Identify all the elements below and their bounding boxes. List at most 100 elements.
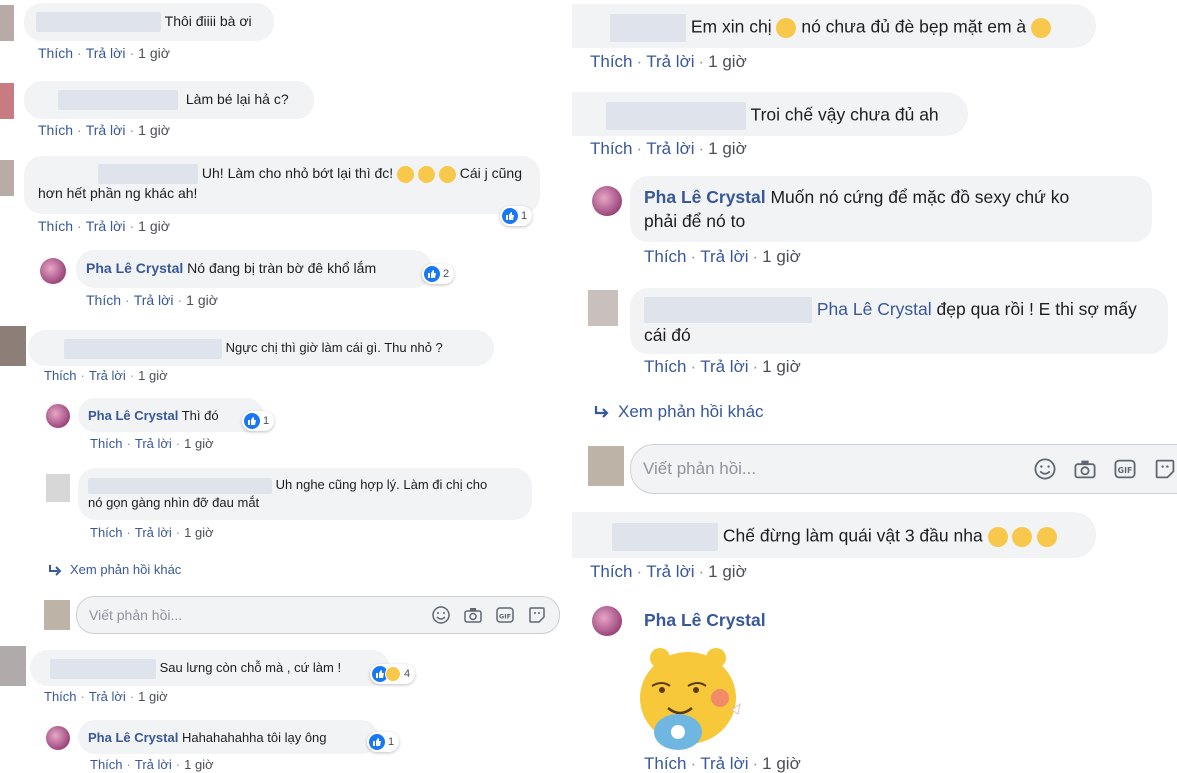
timestamp[interactable]: 1 giờ — [138, 689, 168, 704]
timestamp[interactable]: 1 giờ — [708, 52, 747, 71]
page-name[interactable]: Pha Lê Crystal — [86, 260, 183, 276]
page-avatar[interactable] — [46, 726, 70, 750]
like-link[interactable]: Thích — [38, 218, 73, 234]
commenter-avatar[interactable] — [0, 326, 26, 366]
reply-actions: Thích · Trả lời · 1 giờ — [90, 757, 214, 772]
page-avatar[interactable] — [40, 258, 66, 284]
comment-bubble: Sau lưng còn chỗ mà , cứ làm ! — [30, 650, 390, 686]
comment-text: Thôi điiii bà ơi — [164, 13, 252, 29]
commenter-avatar[interactable] — [0, 83, 14, 119]
reaction-count[interactable]: 1 — [367, 732, 400, 752]
like-link[interactable]: Thích — [44, 368, 77, 383]
reply-link[interactable]: Trả lời — [89, 368, 126, 383]
reaction-count[interactable]: 4 — [370, 664, 416, 684]
timestamp[interactable]: 1 giờ — [138, 45, 170, 61]
comment-text: hơn hết phần ng khác ah! — [38, 185, 198, 202]
reply-link[interactable]: Trả lời — [135, 436, 172, 451]
timestamp[interactable]: 1 giờ — [138, 368, 168, 383]
reply-input[interactable]: Viết phản hồi... GIF — [76, 596, 560, 634]
tagged-page-name[interactable]: Pha Lê Crystal — [817, 299, 932, 319]
timestamp[interactable]: 1 giờ — [708, 139, 747, 158]
comment-actions: Thích · Trả lời · 1 giờ — [44, 689, 168, 704]
commenter-avatar[interactable] — [0, 160, 14, 196]
page-avatar[interactable] — [592, 606, 622, 636]
commenter-avatar[interactable] — [46, 474, 70, 502]
commenter-avatar[interactable] — [0, 5, 14, 41]
view-more-replies-link[interactable]: Xem phản hồi khác — [48, 562, 181, 577]
like-link[interactable]: Thích — [590, 52, 633, 71]
page-avatar[interactable] — [46, 404, 70, 428]
reply-input[interactable]: Viết phản hồi... GIF — [630, 444, 1177, 494]
camera-icon[interactable] — [1073, 457, 1097, 481]
reply-link[interactable]: Trả lời — [646, 52, 694, 71]
commenter-avatar[interactable] — [588, 290, 618, 326]
svg-text:GIF: GIF — [1118, 466, 1133, 475]
page-name[interactable]: Pha Lê Crystal — [88, 408, 178, 423]
timestamp[interactable]: 1 giờ — [762, 754, 801, 773]
like-link[interactable]: Thích — [590, 562, 633, 581]
camera-icon[interactable] — [463, 605, 483, 625]
page-name[interactable]: Pha Lê Crystal — [88, 730, 178, 745]
svg-text:GIF: GIF — [499, 613, 511, 621]
reply-text: Hahahahahha tôi lạy ông — [181, 730, 327, 745]
comment-text: Uh! Làm cho nhỏ bớt lại thì đc! — [201, 165, 394, 181]
like-link[interactable]: Thích — [644, 247, 687, 266]
reaction-count[interactable]: 1 — [242, 411, 275, 431]
gif-icon[interactable]: GIF — [1113, 457, 1137, 481]
reply-link[interactable]: Trả lời — [700, 357, 748, 376]
sticker-icon[interactable] — [527, 605, 547, 625]
sticker-icon[interactable] — [1153, 457, 1177, 481]
reaction-count[interactable]: 1 — [500, 206, 533, 226]
like-reaction-icon — [369, 734, 385, 750]
like-link[interactable]: Thích — [38, 122, 73, 138]
reply-link[interactable]: Trả lời — [86, 122, 126, 138]
like-link[interactable]: Thích — [644, 357, 687, 376]
timestamp[interactable]: 1 giờ — [138, 122, 170, 138]
like-link[interactable]: Thích — [86, 292, 121, 308]
reply-link[interactable]: Trả lời — [135, 757, 172, 772]
timestamp[interactable]: 1 giờ — [138, 218, 170, 234]
reply-link[interactable]: Trả lời — [89, 689, 126, 704]
timestamp[interactable]: 1 giờ — [184, 757, 214, 772]
timestamp[interactable]: 1 giờ — [184, 525, 214, 540]
reaction-count[interactable]: 2 — [422, 264, 455, 284]
reply-link[interactable]: Trả lời — [134, 292, 174, 308]
emoji-icon[interactable] — [431, 605, 451, 625]
comment-bubble: Chế đừng làm quái vật 3 đầu nha — [572, 512, 1096, 558]
timestamp[interactable]: 1 giờ — [762, 357, 801, 376]
reply-link[interactable]: Trả lời — [646, 562, 694, 581]
timestamp[interactable]: 1 giờ — [186, 292, 218, 308]
commenter-avatar[interactable] — [0, 646, 26, 686]
like-link[interactable]: Thích — [90, 525, 123, 540]
like-link[interactable]: Thích — [44, 689, 77, 704]
reply-link[interactable]: Trả lời — [135, 525, 172, 540]
timestamp[interactable]: 1 giờ — [762, 247, 801, 266]
laughing-emoji-icon — [417, 165, 435, 183]
reply-actions: Thích · Trả lời · 1 giờ — [90, 525, 214, 540]
emoji-icon[interactable] — [1033, 457, 1057, 481]
view-more-replies-link[interactable]: Xem phản hồi khác — [594, 402, 764, 422]
gif-icon[interactable]: GIF — [495, 605, 515, 625]
reply-link[interactable]: Trả lời — [86, 45, 126, 61]
page-name[interactable]: Pha Lê Crystal — [644, 187, 766, 207]
reply-link[interactable]: Trả lời — [646, 139, 694, 158]
reply-text: Uh nghe cũng hợp lý. Làm đi chị cho — [275, 477, 488, 492]
reply-bubble: Pha Lê Crystal Muốn nó cứng để mặc đồ se… — [630, 176, 1152, 242]
like-link[interactable]: Thích — [90, 436, 123, 451]
timestamp[interactable]: 1 giờ — [708, 562, 747, 581]
like-link[interactable]: Thích — [644, 754, 687, 773]
reply-placeholder: Viết phản hồi... — [89, 607, 183, 623]
laughing-emoji-icon — [397, 165, 415, 183]
page-avatar[interactable] — [592, 186, 622, 216]
reply-link[interactable]: Trả lời — [700, 754, 748, 773]
comment-bubble: Ngực chị thì giờ làm cái gì. Thu nhỏ ? — [28, 330, 494, 366]
reply-link[interactable]: Trả lời — [86, 218, 126, 234]
timestamp[interactable]: 1 giờ — [184, 436, 214, 451]
crying-bear-sticker[interactable] — [632, 640, 744, 752]
comment-actions: Thích · Trả lời · 1 giờ — [38, 218, 170, 234]
page-name[interactable]: Pha Lê Crystal — [644, 610, 766, 631]
like-link[interactable]: Thích — [38, 45, 73, 61]
reply-link[interactable]: Trả lời — [700, 247, 748, 266]
like-link[interactable]: Thích — [590, 139, 633, 158]
like-link[interactable]: Thích — [90, 757, 123, 772]
